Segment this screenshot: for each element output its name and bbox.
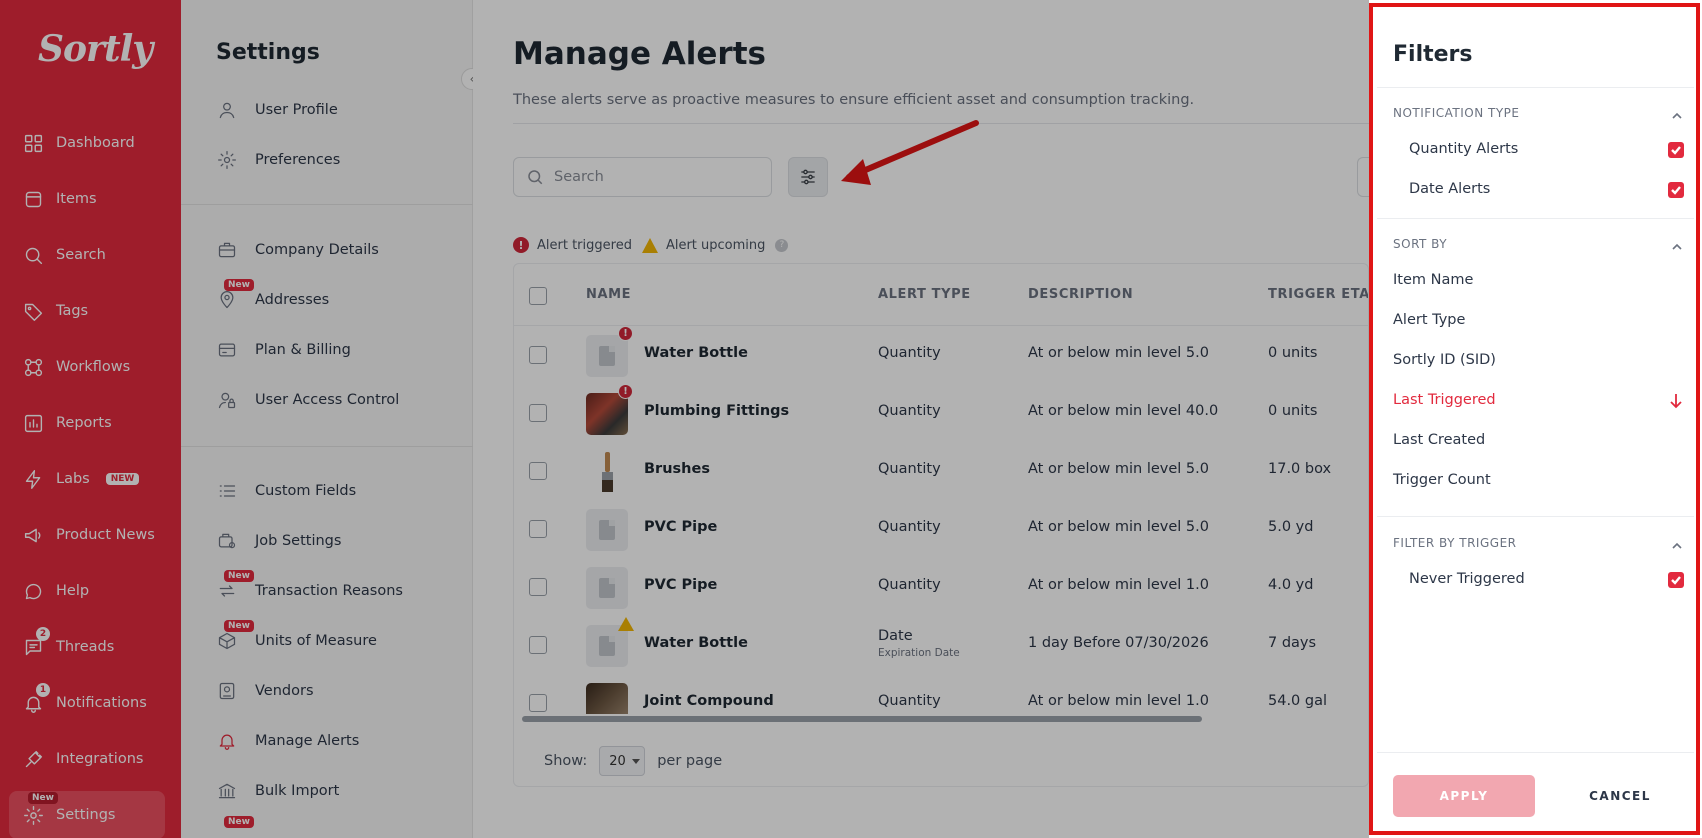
sort-option-sortly-id[interactable]: Sortly ID (SID) xyxy=(1393,352,1496,368)
arrow-down-icon[interactable] xyxy=(1669,393,1683,409)
chevron-up-icon[interactable] xyxy=(1672,237,1682,250)
sort-option-item-name[interactable]: Item Name xyxy=(1393,272,1473,288)
notification-type-heading[interactable]: NOTIFICATION TYPE xyxy=(1393,106,1519,120)
filters-title: Filters xyxy=(1393,42,1473,67)
sort-option-trigger-count[interactable]: Trigger Count xyxy=(1393,472,1491,488)
check-icon xyxy=(1671,146,1681,155)
divider xyxy=(1377,752,1694,753)
check-icon xyxy=(1671,186,1681,195)
sort-option-alert-type[interactable]: Alert Type xyxy=(1393,312,1465,328)
date-alerts-checkbox[interactable] xyxy=(1668,182,1684,198)
filter-option-quantity-alerts[interactable]: Quantity Alerts xyxy=(1409,141,1518,157)
filter-by-trigger-heading[interactable]: FILTER BY TRIGGER xyxy=(1393,536,1516,550)
divider xyxy=(1377,218,1694,219)
divider xyxy=(1377,87,1694,88)
modal-backdrop[interactable] xyxy=(0,0,1369,838)
divider xyxy=(1377,516,1694,517)
chevron-up-icon[interactable] xyxy=(1672,536,1682,549)
apply-button[interactable]: APPLY xyxy=(1393,775,1535,817)
check-icon xyxy=(1671,576,1681,585)
chevron-up-icon[interactable] xyxy=(1672,106,1682,119)
filter-option-never-triggered[interactable]: Never Triggered xyxy=(1409,571,1525,587)
sort-by-heading[interactable]: SORT BY xyxy=(1393,237,1447,251)
sort-option-last-triggered[interactable]: Last Triggered xyxy=(1393,392,1496,408)
cancel-button[interactable]: CANCEL xyxy=(1549,775,1691,817)
never-triggered-checkbox[interactable] xyxy=(1668,572,1684,588)
sort-option-last-created[interactable]: Last Created xyxy=(1393,432,1485,448)
filters-drawer: Filters NOTIFICATION TYPE Quantity Alert… xyxy=(1369,0,1702,838)
quantity-alerts-checkbox[interactable] xyxy=(1668,142,1684,158)
filter-option-date-alerts[interactable]: Date Alerts xyxy=(1409,181,1490,197)
